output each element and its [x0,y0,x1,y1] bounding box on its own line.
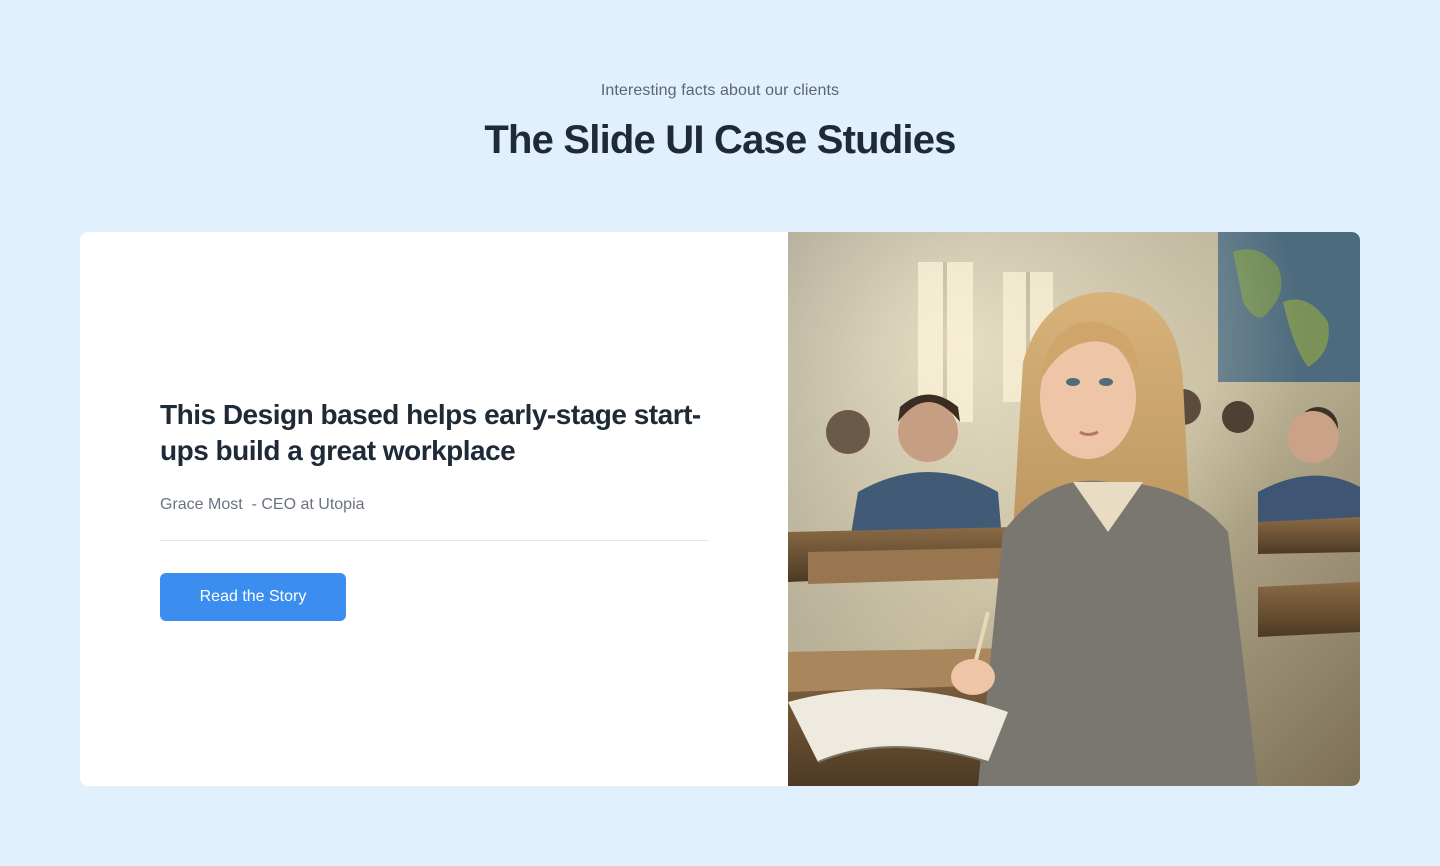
case-study-card: This Design based helps early-stage star… [80,232,1360,786]
section-title: The Slide UI Case Studies [484,118,956,162]
case-study-heading: This Design based helps early-stage star… [160,399,701,466]
classroom-photo [788,232,1360,786]
divider [160,540,709,541]
case-study-byline: Grace Most - CEO at Utopia [160,496,720,514]
case-study-text: This Design based helps early-stage star… [160,397,720,514]
read-story-button[interactable]: Read the Story [160,573,346,621]
author-role: - CEO at Utopia [247,496,365,513]
author-name: Grace Most [160,496,243,513]
section-eyebrow: Interesting facts about our clients [600,82,840,99]
